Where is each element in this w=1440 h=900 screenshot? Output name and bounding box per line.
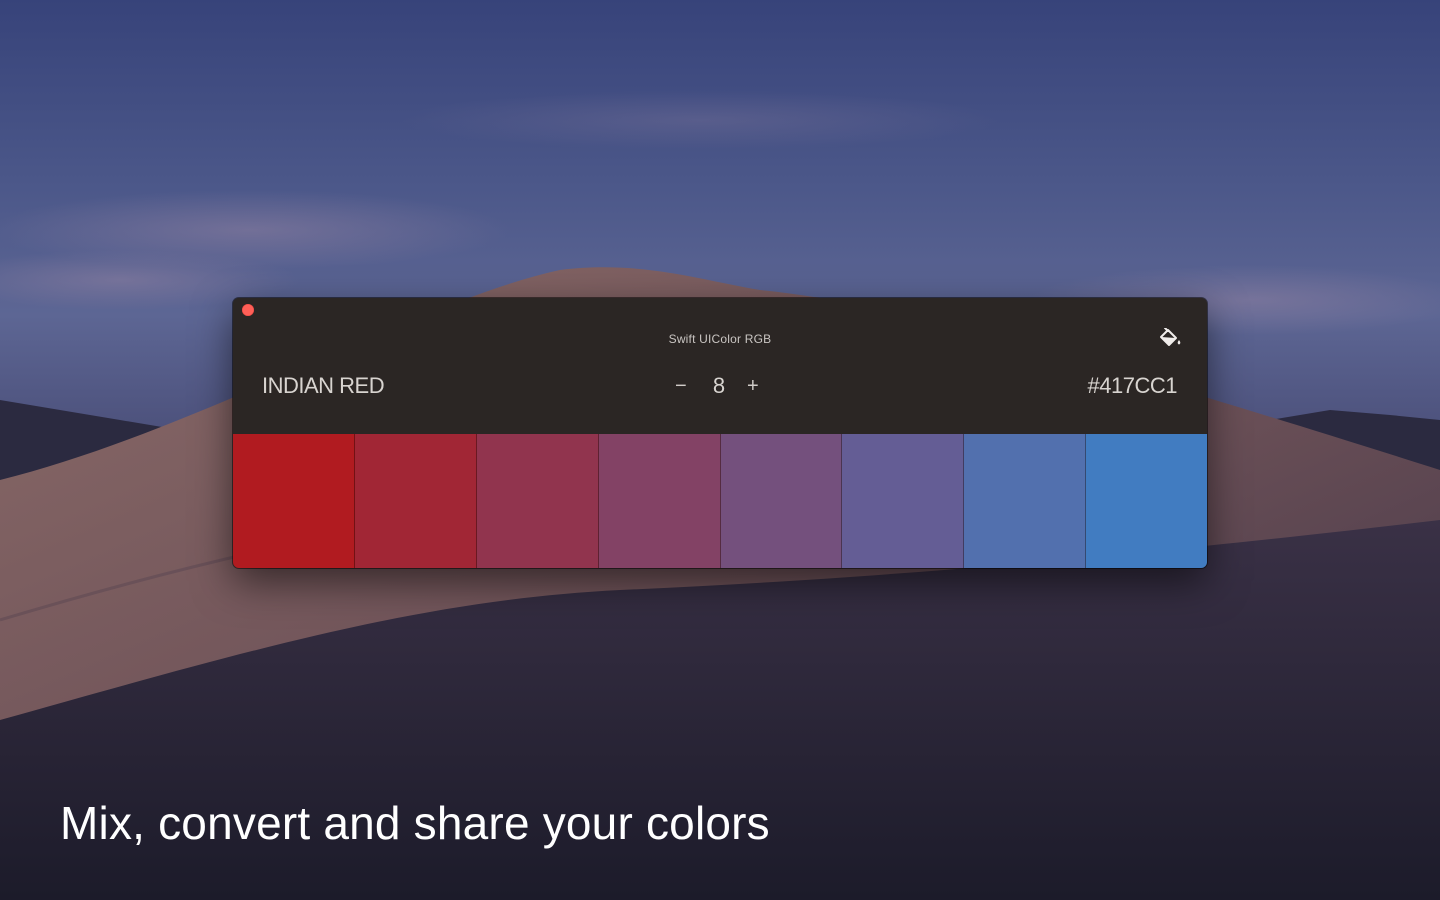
color-swatch[interactable] [964,434,1087,568]
swatch-count-value: 8 [712,373,726,398]
color-swatch[interactable] [598,434,721,568]
color-name-label[interactable]: INDIAN RED [262,373,385,399]
app-window: Swift UIColor RGB INDIAN RED − 8 + #417C… [233,298,1207,568]
color-swatch[interactable] [354,434,477,568]
increment-button[interactable]: + [747,373,759,399]
swatch-count-stepper: − 8 + [673,373,763,399]
color-swatch[interactable] [842,434,965,568]
decrement-button[interactable]: − [675,373,687,399]
window-header: Swift UIColor RGB INDIAN RED − 8 + #417C… [233,298,1207,434]
color-swatch[interactable] [476,434,599,568]
swatch-strip [233,434,1207,568]
color-swatch[interactable] [233,434,355,568]
color-swatch[interactable] [1086,434,1207,568]
color-swatch[interactable] [720,434,843,568]
marketing-tagline: Mix, convert and share your colors [60,797,770,849]
hex-value-label[interactable]: #417CC1 [1088,373,1178,399]
close-button[interactable] [242,304,254,316]
paint-bucket-icon[interactable] [1159,327,1183,350]
window-title: Swift UIColor RGB [668,332,772,346]
